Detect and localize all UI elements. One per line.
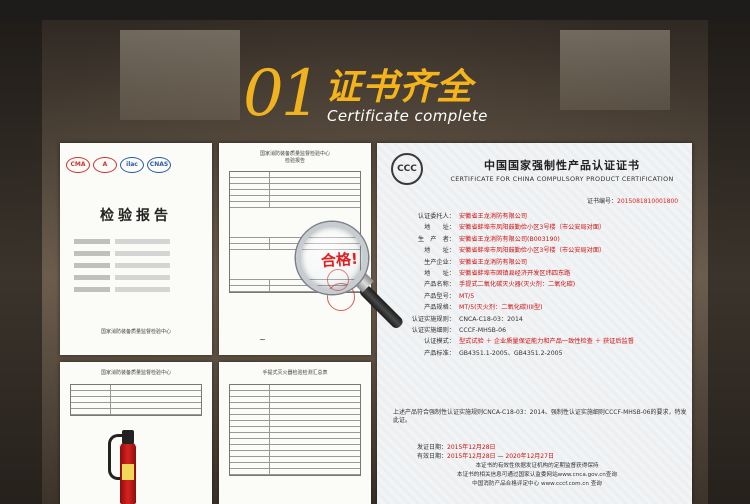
certificate-field-row: 产品标准： GB4351.1-2005、GB4351.2-2005 [387,348,687,359]
certificate-title-en: CERTIFICATE FOR CHINA COMPULSORY PRODUCT… [450,175,674,183]
ilac-logo: ilac [120,157,144,173]
signature: ~ [259,335,266,344]
fire-extinguisher-photo [108,424,144,504]
certificate-field-value: CCCF-MHSB-06 [459,327,507,335]
summary-table [229,384,361,476]
cnas-logo: CNAS [147,157,171,173]
certificate-field-value: GB4351.1-2005、GB4351.2-2005 [459,349,563,357]
certificate-field-label: 认证委托人： [417,213,455,220]
cma-logo: CMA [66,157,90,173]
certificate-field-value: 安徽省王龙消防有限公司 [459,258,528,266]
report-title: 检验报告 [100,208,172,224]
inspection-report-cover: CMA A ilac CNAS 检验报告 国家消防装备质量监督检验中心 [60,143,212,355]
certificate-field-value: 安徽省王龙消防有限公司 [459,213,528,220]
certificate-field-value: 安徽省蚌埠市凤阳鼓勤俭小区3号楼（市公安局对面） [459,224,606,232]
report-header: 国家消防装备质量监督检验中心 检验报告 [259,151,330,164]
certificate-dates: 发证日期：2015年12月28日 有效日期：2015年12月28日 — 2020… [417,444,554,460]
certificate-field-value: 型式试验 ＋ 企业质量保证能力和产品一致性检查 ＋ 获证后监督 [459,338,634,346]
certificate-footer: 本证书的有效性依据发证机构的定期监督获得保持 本证书的相关信息可通过国家认监委网… [456,463,617,487]
background-window [560,30,670,110]
section-number: 01 [243,57,321,131]
section-title: 证书齐全 [325,67,474,108]
certificate-field-row: 产品规格： MT/5(灭火剂：二氧化碳)(Ⅱ型) [387,302,687,313]
a-logo: A [93,157,117,173]
certificate-field-row: 认证委托人： 安徽省王龙消防有限公司 [387,211,687,222]
accreditation-logos: CMA A ilac CNAS [66,157,171,173]
certificate-fields: 认证委托人： 安徽省王龙消防有限公司地 址： 安徽省蚌埠市凤阳鼓勤俭小区3号楼（市公… [387,211,687,359]
certificate-field-value: 安徽省王龙消防有限公司(B003190) [459,235,560,243]
certificate-statement: 上述产品符合强制性认证实施规则CNCA-C18-03：2014、强制性认证实施细… [393,409,687,424]
magnifier-icon: 合格! [290,222,405,342]
certificate-field-value: 安徽省蚌埠市凤阳鼓勤俭小区3号楼（市公安局对面） [459,247,606,255]
certificate-field-row: 认证模式： 型式试验 ＋ 企业质量保证能力和产品一致性检查 ＋ 获证后监督 [387,336,687,347]
certificate-field-value: 安徽省蚌埠市固镇县经济开发区纬四东路 [459,270,571,278]
certificate-field-row: 产品型号： MT/5 [387,291,687,302]
certificate-field-row: 产品名称： 手提式二氧化碳灭火器(灭火剂：二氧化碳) [387,279,687,290]
sheet-header: 国家消防装备质量监督检验中心 [100,370,171,376]
summary-header: 手提式灭火器检验检测汇总表 [262,370,328,376]
background-pillar-left [0,20,42,504]
certificate-field-row: 认证实施规则： CNCA-C18-03：2014 [387,314,687,325]
section-heading: 01 证书齐全 Certificate complete [243,58,543,132]
top-strip [0,0,750,20]
certificate-field-value: 手提式二氧化碳灭火器(灭火剂：二氧化碳) [459,281,576,289]
sheet-table [70,384,202,416]
certificate-field-value: MT/5 [459,292,475,300]
ccc-logo: CCC [391,153,423,185]
qualified-label: 合格! [320,249,359,271]
certificate-number: 证书编号：2015081810001800 [587,198,679,205]
test-sheet-with-photo: 国家消防装备质量监督检验中心 [60,362,212,504]
certificate-field-row: 生 产 者： 安徽省王龙消防有限公司(B003190) [387,234,687,245]
report-info-lines [74,239,194,299]
test-summary-table: 手提式灭火器检验检测汇总表 [219,362,371,504]
certificate-field-row: 认证实施细则： CCCF-MHSB-06 [387,325,687,336]
background-window [120,30,240,120]
background-pillar-right [708,20,750,504]
report-issuer: 国家消防装备质量监督检验中心 [100,329,171,335]
certificate-field-label: 产品标准： [424,349,455,357]
certificate-field-row: 地 址： 安徽省蚌埠市凤阳鼓勤俭小区3号楼（市公安局对面） [387,245,687,256]
magnifier-lens: 合格! [296,222,368,294]
certificate-field-value: CNCA-C18-03：2014 [459,315,523,323]
certificate-field-row: 地 址： 安徽省蚌埠市凤阳鼓勤俭小区3号楼（市公安局对面） [387,222,687,233]
section-subtitle: Certificate complete [327,107,488,125]
certificate-field-row: 地 址： 安徽省蚌埠市固镇县经济开发区纬四东路 [387,268,687,279]
certificate-field-row: 生产企业： 安徽省王龙消防有限公司 [387,257,687,268]
certificate-field-value: MT/5(灭火剂：二氧化碳)(Ⅱ型) [459,304,543,312]
ccc-certificate: CCC 中国国家强制性产品认证证书 CERTIFICATE FOR CHINA … [377,143,692,504]
certificate-title-cn: 中国国家强制性产品认证证书 [484,159,640,172]
